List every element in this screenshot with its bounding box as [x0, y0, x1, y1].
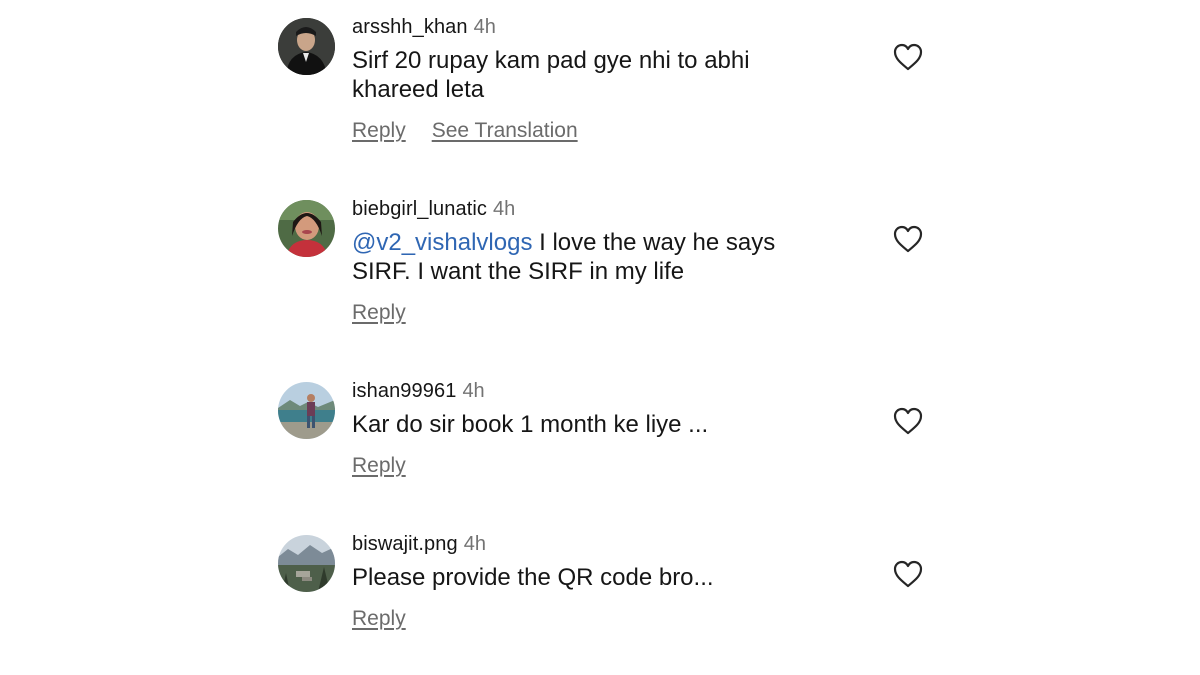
comment-text-content: Kar do sir book 1 month ke liye ...: [352, 411, 709, 438]
timestamp: 4h: [462, 380, 485, 402]
comments-list: arsshh_khan 4h Sirf 20 rupay kam pad gye …: [0, 0, 1200, 675]
comment-item: ishan99961 4h Kar do sir book 1 month ke …: [278, 380, 938, 492]
see-translation-button[interactable]: See Translation: [432, 119, 578, 142]
profile-photo-man-by-lake-icon: [278, 382, 335, 439]
heart-outline-icon: [893, 407, 923, 435]
timestamp: 4h: [493, 198, 516, 220]
like-button[interactable]: [892, 559, 924, 589]
like-button[interactable]: [892, 42, 924, 72]
comment-meta: biswajit.png 4h: [352, 531, 822, 557]
comment-actions: Reply: [352, 606, 822, 632]
comment-text-content: Please provide the QR code bro...: [352, 564, 714, 591]
username[interactable]: arsshh_khan: [352, 16, 468, 38]
profile-photo-mountain-landscape-icon: [278, 535, 335, 592]
comment-item: arsshh_khan 4h Sirf 20 rupay kam pad gye …: [278, 16, 938, 158]
avatar[interactable]: [278, 200, 335, 257]
comment-body: arsshh_khan 4h Sirf 20 rupay kam pad gye …: [352, 14, 822, 144]
avatar[interactable]: [278, 382, 335, 439]
mention-link[interactable]: @v2_vishalvlogs: [352, 229, 532, 256]
comment-meta: ishan99961 4h: [352, 378, 822, 404]
reply-button[interactable]: Reply: [352, 454, 406, 477]
heart-outline-icon: [893, 43, 923, 71]
comment-text: Kar do sir book 1 month ke liye ...: [352, 410, 822, 439]
like-button[interactable]: [892, 406, 924, 436]
like-button[interactable]: [892, 224, 924, 254]
timestamp: 4h: [473, 16, 496, 38]
profile-photo-man-in-suit-icon: [278, 18, 335, 75]
comment-item: biswajit.png 4h Please provide the QR cod…: [278, 533, 938, 645]
avatar[interactable]: [278, 535, 335, 592]
reply-button[interactable]: Reply: [352, 301, 406, 324]
username[interactable]: ishan99961: [352, 380, 456, 402]
comment-body: biebgirl_lunatic 4h @v2_vishalvlogs I lov…: [352, 196, 822, 326]
comment-body: ishan99961 4h Kar do sir book 1 month ke …: [352, 378, 822, 479]
comment-actions: Reply: [352, 300, 822, 326]
username[interactable]: biswajit.png: [352, 533, 458, 555]
comment-text: Please provide the QR code bro...: [352, 563, 822, 592]
reply-button[interactable]: Reply: [352, 119, 406, 142]
comment-actions: Reply See Translation: [352, 118, 822, 144]
comment-actions: Reply: [352, 453, 822, 479]
heart-outline-icon: [893, 225, 923, 253]
comment-meta: arsshh_khan 4h: [352, 14, 822, 40]
comment-item: biebgirl_lunatic 4h @v2_vishalvlogs I lov…: [278, 198, 938, 340]
timestamp: 4h: [463, 533, 486, 555]
comment-meta: biebgirl_lunatic 4h: [352, 196, 822, 222]
avatar[interactable]: [278, 18, 335, 75]
comment-body: biswajit.png 4h Please provide the QR cod…: [352, 531, 822, 632]
heart-outline-icon: [893, 560, 923, 588]
comment-text-content: Sirf 20 rupay kam pad gye nhi to abhi kh…: [352, 47, 750, 103]
comment-text: Sirf 20 rupay kam pad gye nhi to abhi kh…: [352, 46, 822, 104]
reply-button[interactable]: Reply: [352, 607, 406, 630]
comment-text: @v2_vishalvlogs I love the way he says S…: [352, 228, 822, 286]
profile-photo-woman-smiling-icon: [278, 200, 335, 257]
username[interactable]: biebgirl_lunatic: [352, 198, 487, 220]
